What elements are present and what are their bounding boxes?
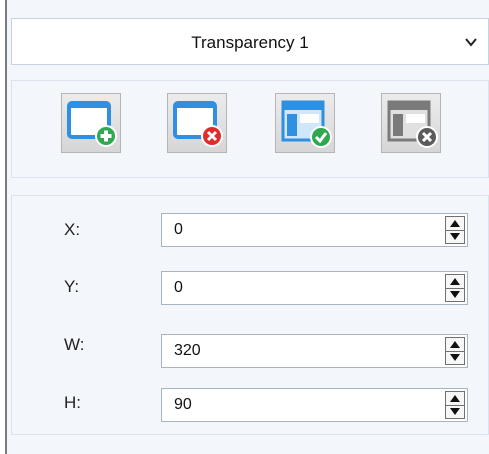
triangle-up-icon [450, 341, 460, 348]
x-label: X: [64, 220, 81, 239]
layer-dropdown[interactable]: Transparency 1 [11, 18, 489, 65]
chevron-down-icon [465, 38, 477, 47]
h-increment-button[interactable] [446, 392, 464, 406]
position-size-group: X: Y: W: [11, 195, 489, 435]
x-increment-button[interactable] [446, 217, 464, 231]
x-spin-buttons [445, 216, 465, 244]
delete-layout-button[interactable] [381, 93, 441, 153]
y-input[interactable] [174, 272, 414, 304]
add-window-button[interactable] [61, 93, 121, 153]
h-input[interactable] [174, 389, 414, 421]
apply-layout-icon [281, 100, 332, 148]
w-decrement-button[interactable] [446, 351, 464, 364]
y-spin-buttons [445, 274, 465, 302]
w-label: W: [64, 335, 85, 354]
panel-left-border [0, 0, 7, 454]
transparency-panel: Transparency 1 X: 0 Y: 0 W: 320 H: 90 [0, 0, 489, 454]
h-spinbox[interactable] [161, 388, 468, 422]
y-increment-button[interactable] [446, 275, 464, 289]
y-label: Y: [64, 277, 80, 296]
add-window-icon [67, 101, 117, 147]
x-input[interactable] [174, 214, 414, 246]
triangle-down-icon [450, 233, 460, 240]
x-spinbox[interactable] [161, 213, 468, 247]
h-decrement-button[interactable] [446, 405, 464, 418]
remove-window-button[interactable] [167, 93, 227, 153]
h-label: H: [64, 393, 81, 412]
w-spinbox[interactable] [161, 334, 468, 368]
apply-layout-button[interactable] [275, 93, 335, 153]
y-decrement-button[interactable] [446, 288, 464, 301]
layout-toolbar [11, 80, 489, 178]
triangle-down-icon [450, 354, 460, 361]
w-increment-button[interactable] [446, 338, 464, 352]
y-spinbox[interactable] [161, 271, 468, 305]
delete-layout-icon [387, 100, 438, 148]
w-input[interactable] [174, 335, 414, 367]
layer-dropdown-value: Transparency 1 [191, 33, 309, 52]
w-spin-buttons [445, 337, 465, 365]
h-spin-buttons [445, 391, 465, 419]
remove-window-icon [173, 101, 223, 147]
triangle-down-icon [450, 408, 460, 415]
triangle-down-icon [450, 291, 460, 298]
x-decrement-button[interactable] [446, 230, 464, 243]
triangle-up-icon [450, 220, 460, 227]
triangle-up-icon [450, 395, 460, 402]
triangle-up-icon [450, 278, 460, 285]
